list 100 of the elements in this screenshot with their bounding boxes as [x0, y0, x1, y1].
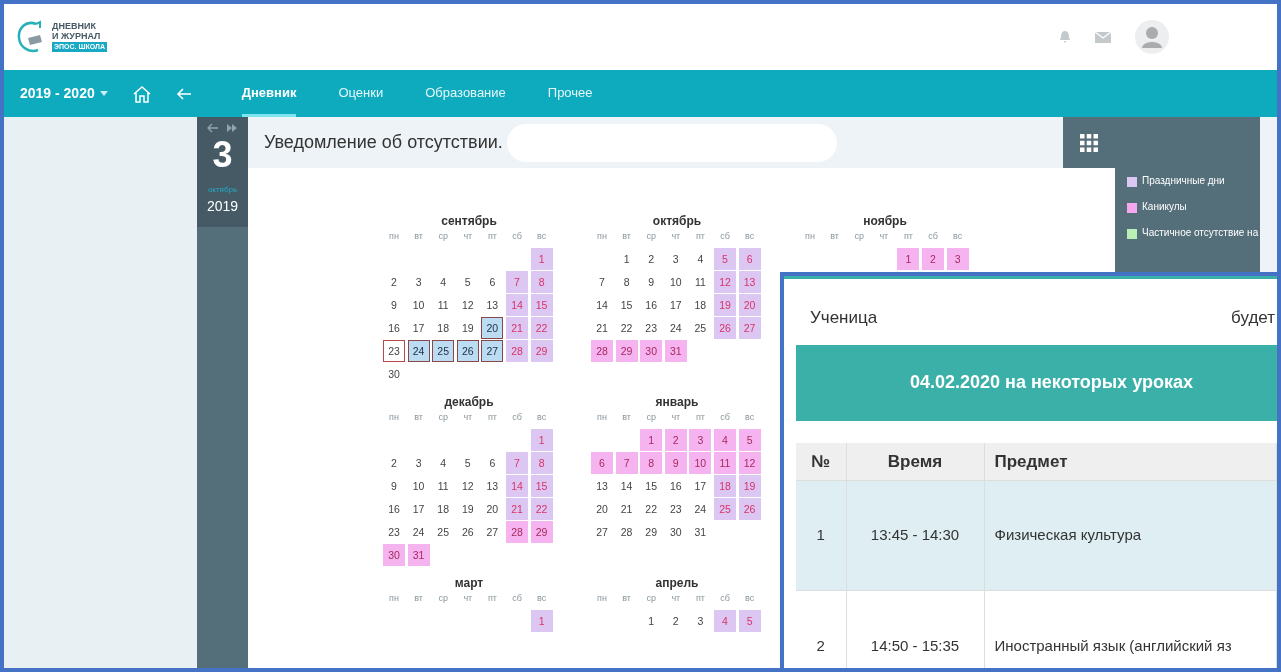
calendar-day[interactable]: 28 — [615, 521, 638, 543]
calendar-day[interactable]: 13 — [481, 475, 504, 497]
calendar-day[interactable]: 16 — [383, 498, 405, 520]
calendar-day[interactable]: 11 — [432, 294, 455, 316]
calendar-day[interactable]: 9 — [640, 271, 663, 293]
calendar-day[interactable]: 4 — [689, 248, 712, 270]
calendar-day[interactable]: 23 — [640, 317, 663, 339]
calendar-day[interactable]: 2 — [383, 452, 405, 474]
calendar-day[interactable]: 10 — [689, 452, 712, 474]
calendar-day[interactable]: 29 — [615, 340, 638, 362]
calendar-day[interactable]: 3 — [664, 248, 687, 270]
calendar-day[interactable]: 25 — [689, 317, 712, 339]
calendar-day[interactable]: 13 — [591, 475, 613, 497]
calendar-day[interactable]: 24 — [407, 340, 430, 362]
calendar-day[interactable]: 30 — [383, 363, 405, 385]
calendar-day[interactable]: 2 — [383, 271, 405, 293]
calendar-day[interactable]: 6 — [481, 452, 504, 474]
calendar-day[interactable]: 17 — [407, 498, 430, 520]
calendar-day[interactable]: 2 — [664, 429, 687, 451]
calendar-day[interactable]: 17 — [689, 475, 712, 497]
calendar-day[interactable]: 30 — [640, 340, 663, 362]
calendar-day[interactable]: 31 — [664, 340, 687, 362]
calendar-day[interactable]: 12 — [456, 475, 479, 497]
calendar-day[interactable]: 16 — [664, 475, 687, 497]
calendar-day[interactable]: 3 — [407, 452, 430, 474]
calendar-day[interactable]: 20 — [591, 498, 613, 520]
calendar-day[interactable]: 1 — [615, 248, 638, 270]
calendar-day[interactable]: 15 — [640, 475, 663, 497]
calendar-day[interactable]: 21 — [591, 317, 613, 339]
calendar-day[interactable]: 11 — [432, 475, 455, 497]
calendar-day[interactable]: 9 — [664, 452, 687, 474]
calendar-day[interactable]: 2 — [640, 248, 663, 270]
calendar-day[interactable]: 1 — [897, 248, 920, 270]
calendar-day[interactable]: 22 — [640, 498, 663, 520]
calendar-day[interactable]: 8 — [615, 271, 638, 293]
calendar-day[interactable]: 22 — [615, 317, 638, 339]
calendar-day[interactable]: 2 — [921, 248, 944, 270]
home-icon[interactable] — [131, 84, 152, 103]
bell-icon[interactable] — [1059, 30, 1071, 44]
calendar-day[interactable]: 6 — [591, 452, 613, 474]
calendar-day[interactable]: 10 — [407, 475, 430, 497]
calendar-day[interactable]: 25 — [432, 340, 455, 362]
calendar-day[interactable]: 18 — [432, 498, 455, 520]
calendar-day[interactable]: 20 — [481, 317, 504, 339]
grid-menu-button[interactable] — [1063, 117, 1115, 168]
calendar-day[interactable]: 2 — [664, 610, 687, 632]
mail-icon[interactable] — [1095, 31, 1111, 43]
calendar-day[interactable]: 14 — [615, 475, 638, 497]
calendar-day[interactable]: 29 — [640, 521, 663, 543]
calendar-day[interactable]: 6 — [481, 271, 504, 293]
calendar-day[interactable]: 10 — [407, 294, 430, 316]
calendar-day[interactable]: 16 — [640, 294, 663, 316]
calendar-day[interactable]: 26 — [456, 521, 479, 543]
calendar-day[interactable]: 3 — [689, 610, 712, 632]
calendar-day[interactable]: 24 — [689, 498, 712, 520]
calendar-day[interactable]: 7 — [615, 452, 638, 474]
calendar-day[interactable]: 12 — [738, 452, 761, 474]
calendar-day[interactable]: 23 — [664, 498, 687, 520]
left-arrow-icon[interactable] — [207, 123, 219, 133]
calendar-day[interactable]: 18 — [432, 317, 455, 339]
calendar-day[interactable]: 10 — [664, 271, 687, 293]
calendar-day[interactable]: 24 — [664, 317, 687, 339]
calendar-day[interactable]: 15 — [615, 294, 638, 316]
calendar-day[interactable]: 23 — [383, 521, 405, 543]
calendar-day[interactable]: 12 — [456, 294, 479, 316]
calendar-day[interactable]: 3 — [407, 271, 430, 293]
calendar-day[interactable]: 18 — [689, 294, 712, 316]
calendar-day[interactable]: 31 — [689, 521, 712, 543]
calendar-day[interactable]: 7 — [591, 271, 613, 293]
calendar-day[interactable]: 9 — [383, 475, 405, 497]
calendar-day[interactable]: 1 — [640, 610, 663, 632]
calendar-day[interactable]: 21 — [615, 498, 638, 520]
avatar-icon[interactable] — [1135, 20, 1169, 54]
calendar-day[interactable]: 23 — [383, 340, 405, 362]
calendar-day[interactable]: 30 — [664, 521, 687, 543]
calendar-day[interactable]: 25 — [432, 521, 455, 543]
calendar-day[interactable]: 19 — [456, 317, 479, 339]
calendar-day[interactable]: 16 — [383, 317, 405, 339]
calendar-day[interactable]: 26 — [456, 340, 479, 362]
calendar-day[interactable]: 4 — [432, 452, 455, 474]
calendar-day[interactable]: 20 — [481, 498, 504, 520]
calendar-day[interactable]: 28 — [591, 340, 613, 362]
calendar-day[interactable]: 4 — [432, 271, 455, 293]
calendar-day[interactable]: 30 — [383, 544, 405, 566]
calendar-day[interactable]: 27 — [481, 521, 504, 543]
calendar-day[interactable]: 14 — [591, 294, 613, 316]
calendar-day[interactable]: 27 — [591, 521, 613, 543]
calendar-day[interactable]: 4 — [713, 429, 736, 451]
calendar-day[interactable]: 9 — [383, 294, 405, 316]
calendar-day[interactable]: 11 — [713, 452, 736, 474]
calendar-day[interactable]: 29 — [530, 521, 553, 543]
calendar-day[interactable]: 11 — [689, 271, 712, 293]
calendar-day[interactable]: 13 — [481, 294, 504, 316]
calendar-day[interactable]: 5 — [456, 271, 479, 293]
calendar-day[interactable]: 24 — [407, 521, 430, 543]
calendar-day[interactable]: 19 — [456, 498, 479, 520]
calendar-day[interactable]: 27 — [481, 340, 504, 362]
calendar-day[interactable]: 17 — [664, 294, 687, 316]
back-arrow-icon[interactable] — [175, 87, 192, 100]
calendar-day[interactable]: 5 — [456, 452, 479, 474]
